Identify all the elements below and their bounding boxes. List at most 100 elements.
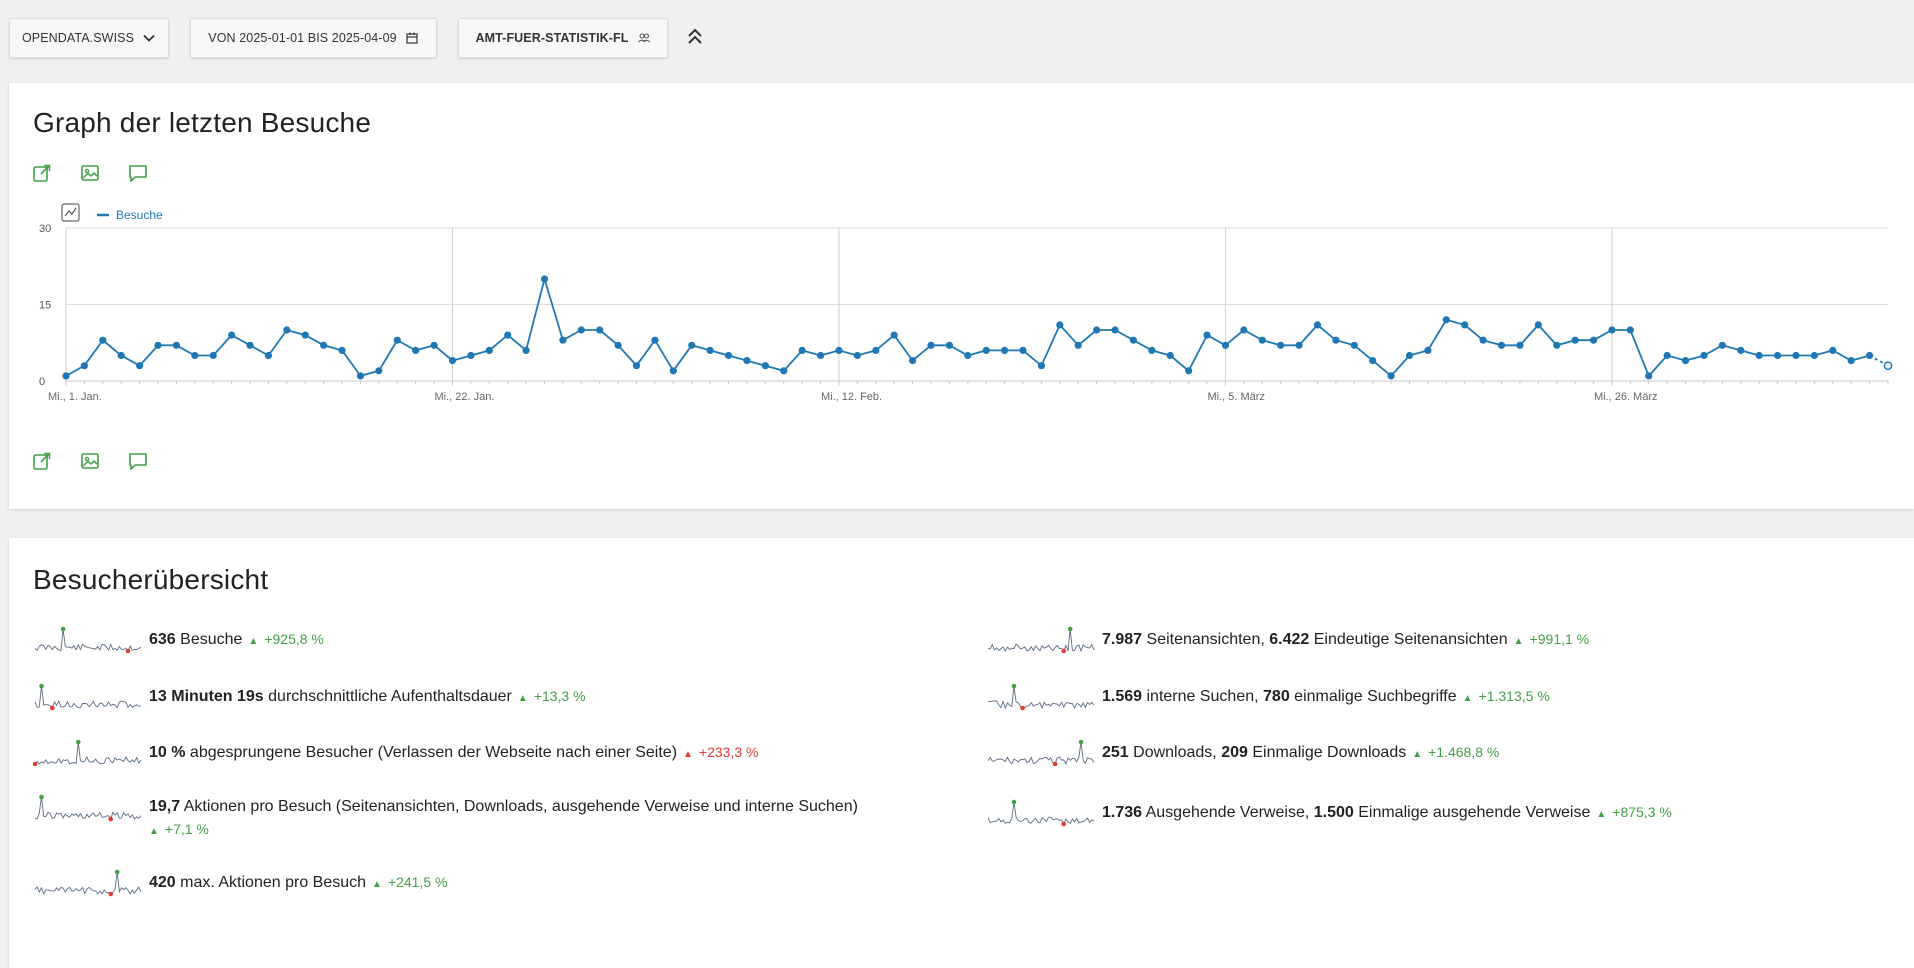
data-point[interactable]	[927, 341, 935, 349]
data-point[interactable]	[596, 326, 604, 334]
data-point[interactable]	[632, 362, 641, 370]
data-point[interactable]	[485, 346, 493, 354]
data-point[interactable]	[356, 372, 365, 380]
collapse-up-icon[interactable]	[686, 26, 704, 48]
data-point[interactable]	[1093, 326, 1101, 334]
image-icon[interactable]	[79, 450, 101, 472]
data-point[interactable]	[853, 351, 861, 360]
data-point[interactable]	[246, 341, 254, 349]
data-point[interactable]	[1534, 321, 1542, 329]
site-selector-button[interactable]: OPENDATA.SWISS	[9, 18, 169, 58]
data-point[interactable]	[1516, 341, 1524, 349]
data-point[interactable]	[1001, 346, 1009, 354]
data-point[interactable]	[301, 331, 309, 339]
data-point[interactable]	[743, 357, 751, 365]
data-point[interactable]	[1681, 357, 1690, 365]
data-point[interactable]	[559, 336, 567, 344]
data-point[interactable]	[1497, 341, 1506, 349]
data-point[interactable]	[890, 331, 898, 339]
data-point[interactable]	[1773, 351, 1782, 360]
data-point[interactable]	[448, 357, 457, 365]
segment-selector-button[interactable]: AMT-FUER-STATISTIK-FL	[458, 18, 668, 58]
data-point[interactable]	[669, 367, 677, 375]
data-point[interactable]	[504, 331, 512, 339]
data-point[interactable]	[191, 351, 199, 360]
export-icon[interactable]	[31, 450, 53, 472]
data-point[interactable]	[835, 346, 843, 354]
data-point[interactable]	[1166, 351, 1174, 360]
data-point[interactable]	[522, 346, 530, 354]
data-point[interactable]	[1240, 326, 1248, 334]
data-point[interactable]	[1718, 341, 1726, 349]
data-point[interactable]	[706, 346, 714, 354]
data-point[interactable]	[761, 362, 769, 370]
chart-legend[interactable]: Besuche	[61, 203, 163, 222]
data-point[interactable]	[964, 351, 972, 360]
data-point[interactable]	[1663, 351, 1671, 360]
data-point[interactable]	[577, 326, 585, 334]
data-point[interactable]	[1369, 357, 1377, 365]
data-point[interactable]	[1313, 321, 1322, 329]
data-point[interactable]	[1829, 346, 1837, 354]
data-point[interactable]	[540, 275, 549, 283]
data-point[interactable]	[1792, 351, 1800, 360]
data-point[interactable]	[872, 346, 880, 354]
data-point[interactable]	[1129, 336, 1138, 344]
overview-metric-row[interactable]: 1.736 Ausgehende Verweise, 1.500 Einmali…	[986, 799, 1672, 827]
data-point[interactable]	[1755, 351, 1763, 360]
data-point[interactable]	[982, 346, 990, 354]
data-point[interactable]	[1350, 341, 1358, 349]
data-point[interactable]	[688, 341, 696, 349]
data-point[interactable]	[1479, 336, 1487, 344]
data-point[interactable]	[1056, 321, 1064, 329]
data-point[interactable]	[320, 341, 328, 349]
data-point[interactable]	[1737, 346, 1745, 354]
data-point[interactable]	[412, 346, 420, 354]
data-point[interactable]	[945, 341, 953, 349]
annotation-icon[interactable]	[127, 450, 149, 472]
data-point[interactable]	[1700, 351, 1708, 360]
overview-metric-row[interactable]: 636 Besuche ▲ +925,8 %	[33, 626, 324, 654]
overview-metric-row[interactable]: 420 max. Aktionen pro Besuch ▲ +241,5 %	[33, 869, 448, 897]
data-point[interactable]	[99, 336, 107, 344]
data-point[interactable]	[228, 331, 236, 339]
overview-metric-row[interactable]: 13 Minuten 19s durchschnittliche Aufenth…	[33, 683, 586, 711]
data-point[interactable]	[1847, 357, 1855, 365]
data-point[interactable]	[1571, 336, 1579, 344]
data-point[interactable]	[614, 341, 622, 349]
data-point[interactable]	[1405, 351, 1414, 360]
data-point[interactable]	[1553, 341, 1561, 349]
data-point[interactable]	[430, 341, 438, 349]
data-point[interactable]	[1295, 341, 1303, 349]
overview-metric-row[interactable]: 1.569 interne Suchen, 780 einmalige Such…	[986, 683, 1550, 711]
overview-metric-row[interactable]: 10 % abgesprungene Besucher (Verlassen d…	[33, 739, 759, 767]
data-point[interactable]	[62, 372, 70, 380]
data-point[interactable]	[1387, 372, 1395, 380]
data-point[interactable]	[1626, 326, 1634, 334]
data-point[interactable]	[1424, 346, 1432, 354]
data-point[interactable]	[264, 351, 273, 360]
data-point[interactable]	[1810, 351, 1818, 360]
data-point[interactable]	[1442, 316, 1450, 324]
data-point[interactable]	[1645, 372, 1653, 380]
data-point[interactable]	[1258, 336, 1266, 344]
data-point[interactable]	[1111, 326, 1119, 334]
data-point[interactable]	[1074, 341, 1082, 349]
data-point[interactable]	[154, 341, 162, 349]
data-point[interactable]	[375, 367, 383, 375]
data-point[interactable]	[117, 351, 125, 360]
data-point[interactable]	[283, 326, 291, 334]
data-point[interactable]	[1589, 336, 1598, 344]
data-point[interactable]	[1332, 336, 1340, 344]
data-point[interactable]	[1019, 346, 1027, 354]
data-point[interactable]	[172, 341, 181, 349]
data-point[interactable]	[209, 351, 217, 360]
data-point[interactable]	[651, 336, 659, 344]
data-point[interactable]	[80, 362, 89, 370]
overview-metric-row[interactable]: 19,7 Aktionen pro Besuch (Seitenansichte…	[33, 794, 858, 843]
data-point[interactable]	[393, 336, 401, 344]
data-point[interactable]	[467, 351, 475, 360]
data-point[interactable]	[1037, 362, 1046, 370]
data-point[interactable]	[724, 351, 733, 360]
data-point[interactable]	[1865, 351, 1874, 360]
